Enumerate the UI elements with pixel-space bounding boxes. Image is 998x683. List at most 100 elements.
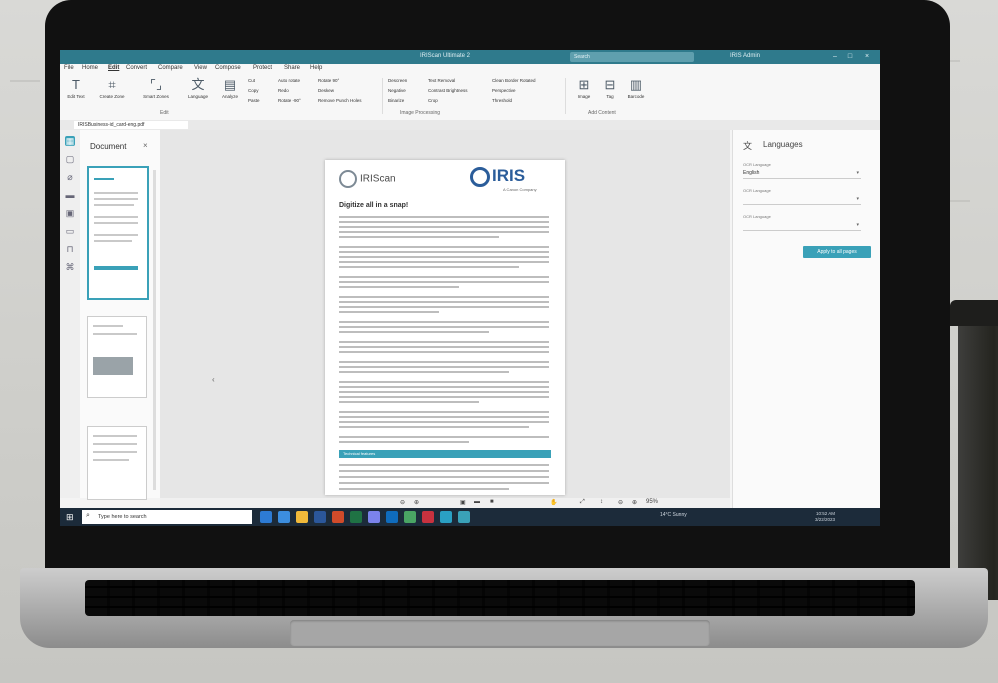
menu-share[interactable]: Share (284, 65, 300, 71)
taskbar-app-icon[interactable] (386, 511, 398, 523)
document-page: IRIScan IRIS A Canon Company Digitize al… (325, 160, 565, 495)
auto-rotate-button[interactable]: Auto rotate (278, 78, 300, 83)
smart-zones-button[interactable]: ⌜⌟ Smart Zones (142, 76, 170, 99)
ribbon: T Edit Text ⌗ Create Zone ⌜⌟ Smart Zones… (60, 74, 880, 121)
two-page-icon[interactable]: ▬ (474, 499, 480, 505)
maximize-icon[interactable]: □ (845, 52, 855, 62)
page-thumbnail[interactable] (87, 316, 147, 398)
thumbnail-scrollbar[interactable] (153, 170, 156, 490)
layers-icon[interactable]: ▬ (65, 190, 75, 200)
windows-start-icon[interactable]: ⊞ (66, 512, 76, 522)
menu-convert[interactable]: Convert (126, 65, 147, 71)
weather-status[interactable]: 14°C Sunny (660, 512, 687, 518)
menu-edit[interactable]: Edit (108, 65, 119, 71)
edit-text-button[interactable]: T Edit Text (62, 76, 90, 99)
zoom-out-icon[interactable]: ⊖ (400, 499, 405, 506)
taskbar-app-icon[interactable] (350, 511, 362, 523)
panel-close-icon[interactable]: × (143, 141, 148, 150)
threshold-button[interactable]: Threshold (492, 98, 512, 103)
barcode-icon: ▥ (629, 77, 643, 92)
pages-icon[interactable]: ▦ (65, 136, 75, 146)
menu-file[interactable]: File (64, 65, 74, 71)
comment-icon[interactable]: ▭ (65, 226, 75, 236)
perspective-button[interactable]: Perspective (492, 88, 516, 93)
ribbon-separator (382, 78, 383, 114)
ocr-language-select[interactable]: ▾ (743, 220, 861, 231)
menu-compose[interactable]: Compose (215, 65, 241, 71)
create-zone-button[interactable]: ⌗ Create Zone (98, 76, 126, 99)
taskbar-app-icon[interactable] (440, 511, 452, 523)
clean-border-button[interactable]: Clean Border Rotated (492, 78, 536, 83)
page-thumbnail[interactable] (87, 426, 147, 500)
text-removal-button[interactable]: Text Removal (428, 78, 455, 83)
language-button[interactable]: 文 Language (184, 76, 212, 99)
single-page-icon[interactable]: ▣ (460, 499, 466, 506)
text-line (339, 416, 549, 418)
ocr-language-select[interactable]: ▾ (743, 194, 861, 205)
close-icon[interactable]: × (862, 52, 872, 62)
remove-punch-holes-button[interactable]: Remove Punch Holes (318, 98, 362, 103)
taskbar-app-icon[interactable] (368, 511, 380, 523)
fit-page-icon[interactable]: ↕ (600, 499, 603, 505)
taskbar-app-icon[interactable] (314, 511, 326, 523)
analyze-button[interactable]: ▤ Analyze (216, 76, 244, 99)
zoom-plus-icon[interactable]: ⊕ (632, 499, 637, 506)
taskbar-search-input[interactable]: Type here to search (82, 510, 252, 524)
menu-home[interactable]: Home (82, 65, 98, 71)
coffee-cup (958, 300, 998, 600)
attachment-icon[interactable]: ⌀ (65, 172, 75, 182)
barcode-button[interactable]: ▥ Barcode (622, 76, 650, 99)
binarize-button[interactable]: Binarize (388, 98, 404, 103)
title-search-input[interactable]: Search (570, 52, 694, 62)
chevron-left-icon[interactable]: ‹ (212, 375, 215, 384)
crop-button[interactable]: Crop (428, 98, 438, 103)
hand-tool-icon[interactable]: ✋ (550, 499, 557, 506)
zoom-in-icon[interactable]: ⊕ (414, 499, 419, 506)
lock-icon[interactable]: ⊓ (65, 244, 75, 254)
barcode-label: Barcode (627, 94, 645, 99)
copy-button[interactable]: Copy (248, 88, 259, 93)
ocr-icon: ⊟ (604, 77, 616, 92)
menu-compare[interactable]: Compare (158, 65, 183, 71)
zoom-level[interactable]: 95% (646, 499, 658, 505)
redo-button[interactable]: Redo (278, 88, 289, 93)
taskbar-app-icon[interactable] (404, 511, 416, 523)
taskbar-app-icon[interactable] (260, 511, 272, 523)
menu-help[interactable]: Help (310, 65, 322, 71)
taskbar-app-icon[interactable] (422, 511, 434, 523)
edit-text-label: Edit Text (67, 94, 85, 99)
continuous-icon[interactable]: ■ (490, 499, 494, 505)
minimize-icon[interactable]: – (830, 52, 840, 62)
rotate-minus-90-button[interactable]: Rotate -90° (278, 98, 301, 103)
rotate-90-button[interactable]: Rotate 90° (318, 78, 339, 83)
system-clock[interactable]: 10:52 AM 3/22/2023 (815, 511, 835, 523)
cut-button[interactable]: Cut (248, 78, 255, 83)
contrast-brightness-button[interactable]: Contrast Brightness (428, 88, 468, 93)
taskbar-app-icon[interactable] (458, 511, 470, 523)
add-image-button[interactable]: ⊞ Image (570, 76, 598, 99)
menu-view[interactable]: View (194, 65, 207, 71)
chevron-down-icon: ▾ (856, 222, 859, 228)
descreen-button[interactable]: Descreen (388, 78, 407, 83)
text-line (339, 361, 549, 363)
document-tab[interactable]: IRISBusiness-id_card-eng.pdf (74, 121, 188, 129)
menu-protect[interactable]: Protect (253, 65, 272, 71)
fit-width-icon[interactable]: ⤢ (580, 499, 585, 506)
tag-button[interactable]: ⊟ Tag (596, 76, 624, 99)
chevron-down-icon: ▾ (856, 196, 859, 202)
deskew-button[interactable]: Deskew (318, 88, 334, 93)
signature-icon[interactable]: ⌘ (65, 262, 75, 272)
taskbar-app-icon[interactable] (278, 511, 290, 523)
negative-button[interactable]: Negative (388, 88, 406, 93)
taskbar-app-icon[interactable] (296, 511, 308, 523)
taskbar-app-icon[interactable] (332, 511, 344, 523)
image-icon[interactable]: ▣ (65, 208, 75, 218)
page-thumbnail[interactable] (87, 166, 149, 300)
zoom-minus-icon[interactable]: ⊖ (618, 499, 623, 506)
text-line (339, 226, 549, 228)
ocr-language-select[interactable]: English ▾ (743, 168, 861, 179)
apply-all-pages-button[interactable]: Apply to all pages (803, 246, 871, 258)
user-name[interactable]: IRIS Admin (730, 53, 760, 59)
bookmark-icon[interactable]: ▢ (65, 154, 75, 164)
paste-button[interactable]: Paste (248, 98, 260, 103)
